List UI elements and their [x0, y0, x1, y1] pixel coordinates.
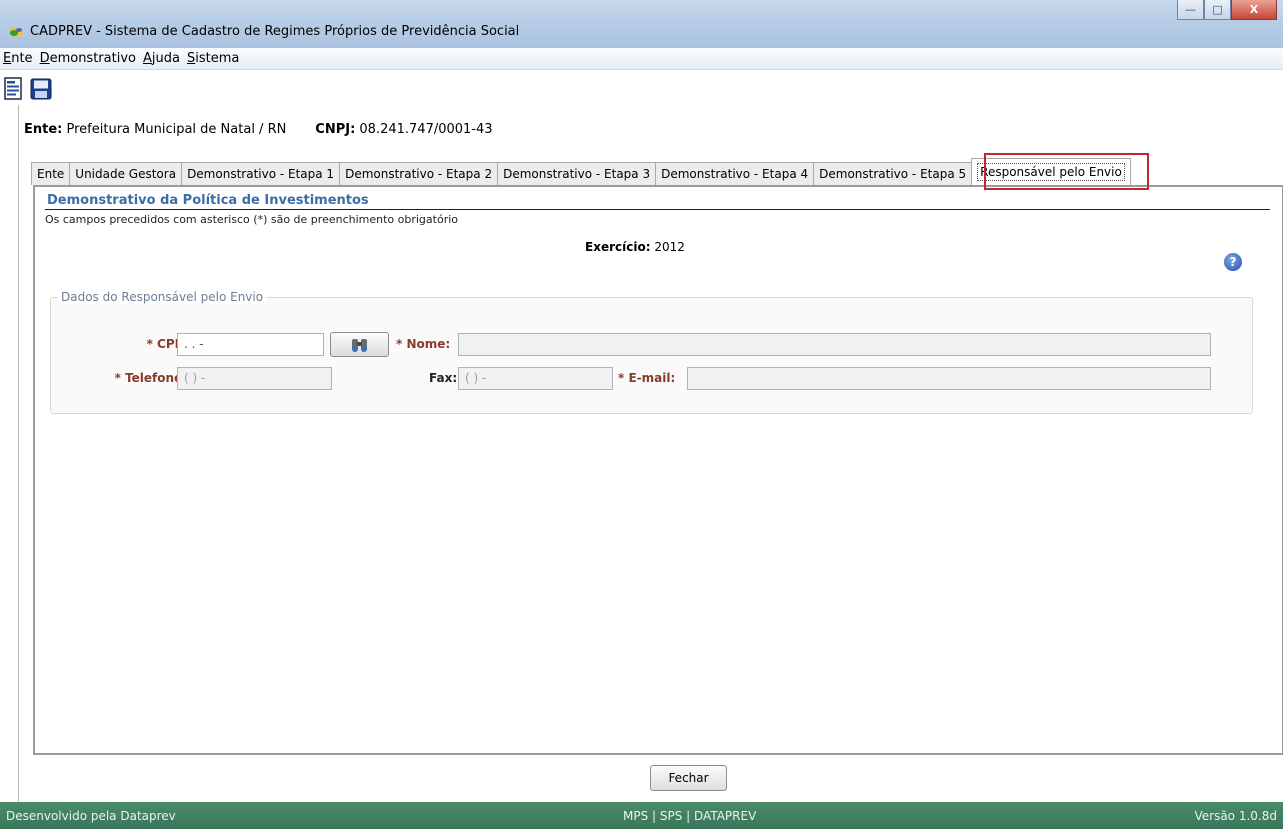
cpf-input[interactable]: . . -	[177, 333, 324, 356]
panel-heading: Demonstrativo da Política de Investiment…	[47, 193, 369, 208]
status-version: Versão 1.0.8d	[1194, 809, 1277, 823]
status-bar: Desenvolvido pela Dataprev MPS | SPS | D…	[0, 802, 1283, 829]
exercicio-info: Exercício: 2012	[585, 240, 685, 254]
toolbar	[0, 72, 1283, 102]
menu-ente[interactable]: Ente	[3, 51, 33, 66]
nome-label: * Nome:	[396, 337, 451, 351]
heading-divider	[45, 209, 1270, 210]
report-icon[interactable]	[2, 77, 26, 101]
fax-label: Fax:	[429, 371, 458, 385]
tab-ente[interactable]: Ente	[31, 162, 71, 185]
ente-value: Prefeitura Municipal de Natal / RN	[66, 122, 287, 137]
responsavel-fieldset: Dados do Responsável pelo Envio * CPF: .…	[50, 290, 1253, 414]
main-content: Ente: Prefeitura Municipal de Natal / RN…	[18, 105, 1283, 802]
tab-etapa-2[interactable]: Demonstrativo - Etapa 2	[339, 162, 499, 185]
ente-label: Ente:	[24, 122, 63, 137]
window-title: CADPREV - Sistema de Cadastro de Regimes…	[30, 24, 520, 39]
ente-info: Ente: Prefeitura Municipal de Natal / RN…	[24, 122, 493, 137]
menu-demonstrativo[interactable]: Demonstrativo	[40, 51, 136, 66]
fieldset-legend: Dados do Responsável pelo Envio	[58, 290, 267, 304]
nome-input[interactable]	[458, 333, 1211, 356]
status-agencies: MPS | SPS | DATAPREV	[623, 809, 757, 823]
email-input[interactable]	[687, 367, 1211, 390]
exercicio-label: Exercício:	[585, 240, 651, 254]
menu-ajuda[interactable]: Ajuda	[143, 51, 180, 66]
exercicio-value: 2012	[654, 240, 685, 254]
binoculars-icon	[351, 338, 367, 352]
app-logo-icon	[9, 27, 23, 37]
tab-etapa-5[interactable]: Demonstrativo - Etapa 5	[813, 162, 973, 185]
floppy-disk-icon[interactable]	[29, 77, 53, 101]
menu-bar: Ente Demonstrativo Ajuda Sistema	[0, 48, 1283, 70]
telefone-input[interactable]: ( ) -	[177, 367, 332, 390]
status-developer: Desenvolvido pela Dataprev	[6, 809, 176, 823]
maximize-button[interactable]: □	[1204, 0, 1231, 20]
fax-input[interactable]: ( ) -	[458, 367, 613, 390]
title-bar: CADPREV - Sistema de Cadastro de Regimes…	[0, 0, 1283, 48]
email-label: * E-mail:	[618, 371, 676, 385]
required-fields-note: Os campos precedidos com asterisco (*) s…	[45, 213, 459, 226]
help-icon[interactable]: ?	[1224, 253, 1242, 271]
tab-etapa-1[interactable]: Demonstrativo - Etapa 1	[181, 162, 341, 185]
active-tab-highlight	[984, 153, 1149, 190]
tab-etapa-4[interactable]: Demonstrativo - Etapa 4	[655, 162, 815, 185]
cnpj-value: 08.241.747/0001-43	[359, 122, 493, 137]
tab-panel: Demonstrativo da Política de Investiment…	[33, 185, 1283, 755]
tab-unidade-gestora[interactable]: Unidade Gestora	[69, 162, 183, 185]
close-window-button[interactable]: X	[1231, 0, 1277, 20]
fechar-button[interactable]: Fechar	[650, 765, 727, 791]
cnpj-label: CNPJ:	[315, 122, 356, 137]
tab-strip: Ente Unidade Gestora Demonstrativo - Eta…	[31, 158, 1131, 185]
minimize-button[interactable]: —	[1177, 0, 1204, 20]
cpf-lookup-button[interactable]	[330, 332, 389, 357]
tab-etapa-3[interactable]: Demonstrativo - Etapa 3	[497, 162, 657, 185]
menu-sistema[interactable]: Sistema	[187, 51, 239, 66]
